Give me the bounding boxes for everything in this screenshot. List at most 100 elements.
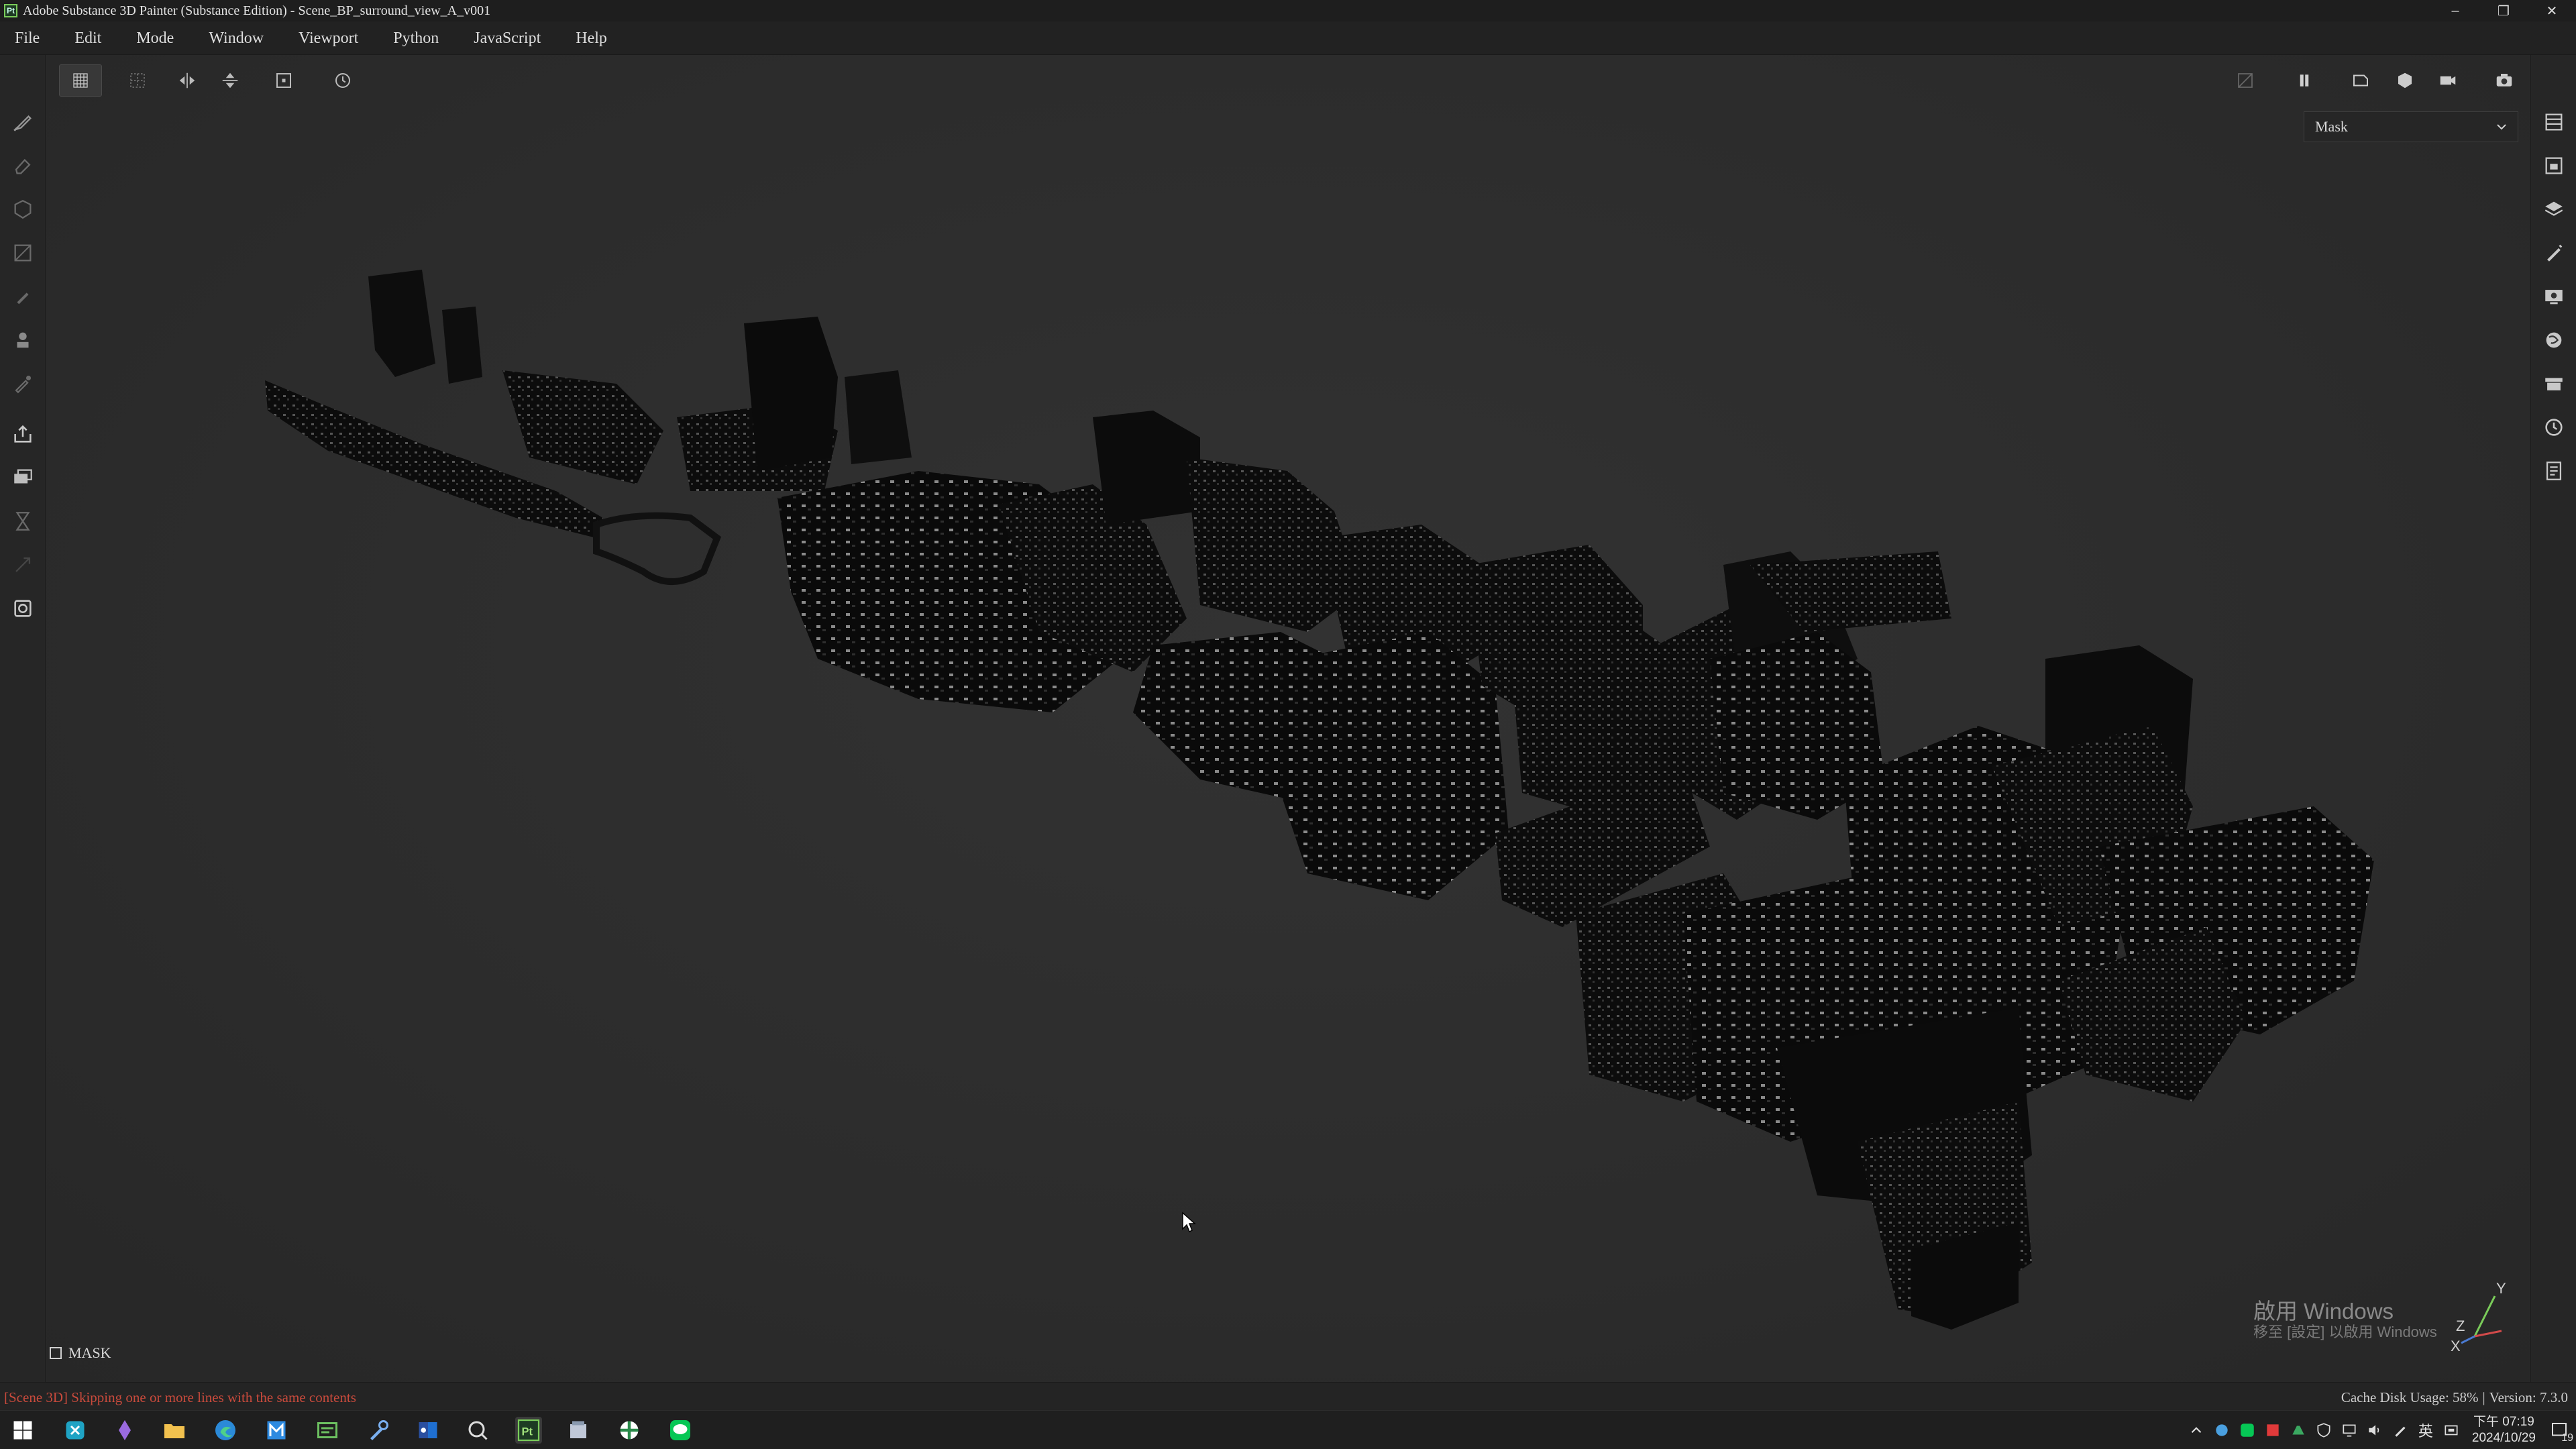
menu-edit[interactable]: Edit — [57, 21, 119, 55]
mask-toggle[interactable]: MASK — [50, 1344, 111, 1362]
tray-drive-icon[interactable] — [2287, 1419, 2310, 1442]
windows-start-icon[interactable] — [9, 1417, 36, 1444]
line-icon[interactable] — [667, 1417, 694, 1444]
mirror-horizontal-icon[interactable] — [166, 64, 209, 97]
network-icon[interactable] — [2338, 1419, 2361, 1442]
left-toolbar — [0, 55, 46, 1382]
transform-icon[interactable] — [9, 551, 36, 578]
notification-count: 19 — [2561, 1432, 2573, 1444]
eraser-icon[interactable] — [9, 152, 36, 179]
menu-help[interactable]: Help — [558, 21, 625, 55]
texture-set-icon[interactable] — [2540, 152, 2567, 179]
app-hub-icon[interactable] — [616, 1417, 643, 1444]
tray-app-icon[interactable] — [2210, 1419, 2233, 1442]
polygon-fill-icon[interactable] — [9, 239, 36, 266]
status-info: Cache Disk Usage: 58% | Version: 7.3.0 — [2341, 1389, 2568, 1406]
hide-overlay-icon[interactable] — [2224, 64, 2267, 97]
shape-mode-icon[interactable] — [2339, 64, 2382, 97]
pen-icon[interactable] — [2389, 1419, 2412, 1442]
pause-icon[interactable] — [2283, 64, 2326, 97]
clone-icon[interactable] — [9, 327, 36, 354]
close-button[interactable]: ✕ — [2528, 0, 2576, 21]
hourglass-icon[interactable] — [9, 508, 36, 535]
symmetry-grid-icon[interactable] — [116, 64, 159, 97]
cache-usage: Cache Disk Usage: 58% — [2341, 1389, 2479, 1405]
volume-icon[interactable] — [2363, 1419, 2386, 1442]
projection-icon[interactable] — [9, 196, 36, 223]
windows-activation-subtitle: 移至 [設定] 以啟用 Windows — [2253, 1324, 2437, 1340]
svg-text:Y: Y — [2496, 1280, 2506, 1297]
mirror-vertical-icon[interactable] — [209, 64, 252, 97]
log-icon[interactable] — [2540, 458, 2567, 484]
app-green-icon[interactable] — [314, 1417, 341, 1444]
menu-javascript[interactable]: JavaScript — [456, 21, 558, 55]
channel-select[interactable]: Mask — [2304, 111, 2518, 142]
bake-icon[interactable] — [9, 464, 36, 491]
svg-text:Z: Z — [2456, 1318, 2465, 1334]
notification-center[interactable]: 19 — [2542, 1413, 2576, 1447]
object-mode-icon[interactable] — [2383, 64, 2426, 97]
screenshot-icon[interactable] — [2483, 64, 2526, 97]
paint-brush-icon[interactable] — [9, 109, 36, 136]
history-icon[interactable] — [2540, 414, 2567, 441]
tray-line-icon[interactable] — [2236, 1419, 2259, 1442]
ime-indicator[interactable]: 英 — [2414, 1419, 2437, 1442]
menu-viewport[interactable]: Viewport — [281, 21, 376, 55]
axis-gizmo: Y Z X — [2451, 1280, 2506, 1354]
file-explorer-icon[interactable] — [161, 1417, 188, 1444]
mouse-cursor-icon — [1182, 1212, 1196, 1233]
brush-settings-icon[interactable] — [2540, 239, 2567, 266]
menu-bar: File Edit Mode Window Viewport Python Ja… — [0, 21, 2576, 55]
layer-stack-icon[interactable] — [2540, 196, 2567, 223]
window-title: Adobe Substance 3D Painter (Substance Ed… — [23, 3, 491, 18]
painter-icon[interactable]: Pt — [515, 1417, 542, 1444]
city-3d-model[interactable] — [46, 55, 2530, 1382]
export-icon[interactable] — [9, 421, 36, 447]
tray-shield-icon[interactable] — [2312, 1419, 2335, 1442]
color-picker-icon[interactable] — [9, 370, 36, 397]
menu-window[interactable]: Window — [191, 21, 281, 55]
camera-icon[interactable] — [2426, 64, 2469, 97]
status-separator: | — [2482, 1389, 2485, 1405]
3d-viewport[interactable]: Mask Y Z X — [46, 55, 2530, 1382]
menu-mode[interactable]: Mode — [119, 21, 191, 55]
edge-icon[interactable] — [212, 1417, 239, 1444]
frame-object-icon[interactable] — [262, 64, 305, 97]
chevron-down-icon — [2497, 124, 2506, 130]
chevron-up-icon[interactable] — [2185, 1419, 2208, 1442]
window-controls: – ❐ ✕ — [2431, 0, 2576, 21]
system-tray: 英 下午 07:19 2024/10/29 19 — [2184, 1411, 2576, 1449]
keyboard-icon[interactable] — [2440, 1419, 2463, 1442]
search-app-icon[interactable] — [464, 1417, 491, 1444]
right-toolbar — [2530, 55, 2576, 1382]
viewport-toolbar — [46, 55, 2530, 102]
status-bar: [Scene 3D] Skipping one or more lines wi… — [0, 1382, 2576, 1410]
app-files-icon[interactable] — [565, 1417, 592, 1444]
menu-file[interactable]: File — [0, 21, 57, 55]
clock-date: 2024/10/29 — [2471, 1431, 2536, 1445]
menu-python[interactable]: Python — [376, 21, 456, 55]
layers-icon[interactable] — [2540, 109, 2567, 136]
tray-red-icon[interactable] — [2261, 1419, 2284, 1442]
display-settings-icon[interactable] — [2540, 283, 2567, 310]
mask-checkbox[interactable] — [50, 1347, 62, 1359]
svg-text:Pt: Pt — [522, 1426, 533, 1438]
app-blue-m-icon[interactable] — [263, 1417, 290, 1444]
shelf-icon[interactable] — [2540, 370, 2567, 397]
environment-icon[interactable] — [2540, 327, 2567, 354]
painter-logo-icon: Pt — [4, 4, 17, 17]
outlook-icon[interactable] — [415, 1417, 441, 1444]
title-bar: Pt Adobe Substance 3D Painter (Substance… — [0, 0, 2576, 21]
grid-view-icon[interactable] — [59, 64, 102, 97]
app-purple-icon[interactable] — [111, 1417, 138, 1444]
windows-taskbar: Pt 英 下午 07:19 2024/10/29 19 — [0, 1410, 2576, 1449]
smudge-icon[interactable] — [9, 283, 36, 310]
app-tool-icon[interactable] — [365, 1417, 392, 1444]
screenshot-icon[interactable] — [9, 595, 36, 622]
history-reset-icon[interactable] — [321, 64, 364, 97]
mask-label: MASK — [68, 1344, 111, 1361]
app-teal-icon[interactable] — [62, 1417, 89, 1444]
restore-button[interactable]: ❐ — [2479, 0, 2528, 21]
minimize-button[interactable]: – — [2431, 0, 2479, 21]
clock[interactable]: 下午 07:19 2024/10/29 — [2472, 1414, 2536, 1446]
